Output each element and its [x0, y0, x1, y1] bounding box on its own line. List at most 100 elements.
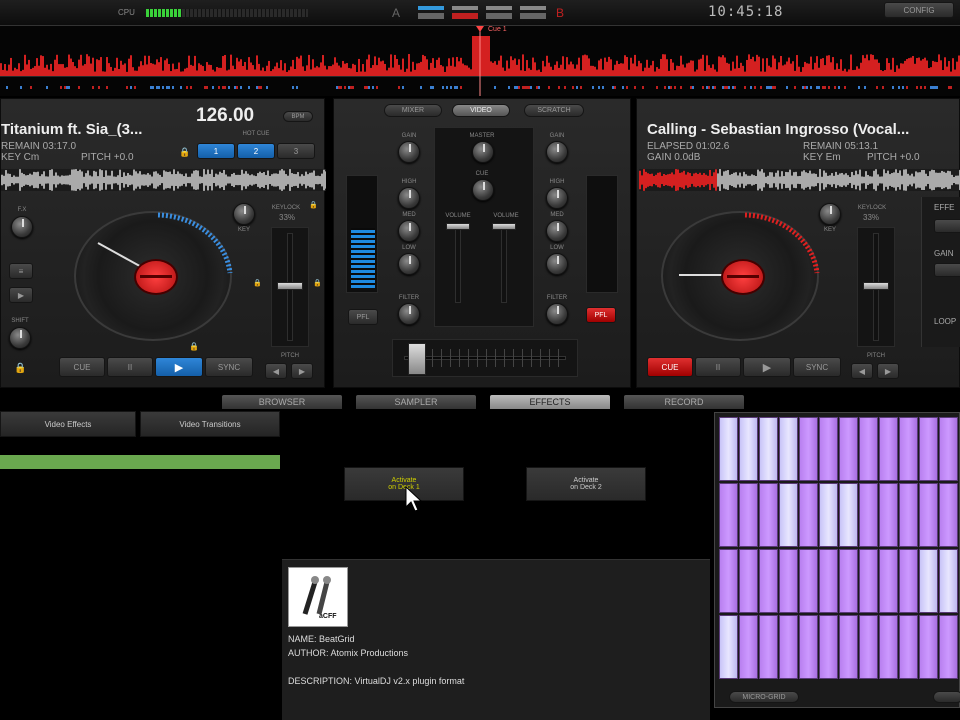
tab-sampler[interactable]: SAMPLER: [356, 395, 476, 409]
mini-waveform-bar: [273, 173, 275, 187]
left-volume-fader[interactable]: [446, 223, 470, 230]
left-high-knob[interactable]: [398, 187, 420, 209]
mini-waveform-bar: [15, 176, 17, 184]
scratch-tab[interactable]: SCRATCH: [524, 104, 584, 117]
right-low-knob[interactable]: [546, 253, 568, 275]
master-knob[interactable]: [472, 141, 494, 163]
left-key-knob[interactable]: [233, 203, 255, 225]
left-cue-button[interactable]: CUE: [59, 357, 105, 377]
tab-effects[interactable]: EFFECTS: [490, 395, 610, 409]
waveform-bar: [448, 58, 450, 76]
mini-waveform-bar: [245, 171, 247, 189]
beat-marker: [516, 86, 518, 89]
mixer-tab[interactable]: MIXER: [384, 104, 442, 117]
cue-mix-knob[interactable]: [472, 179, 494, 201]
right-mid-label: MED: [550, 212, 564, 218]
mini-waveform-bar: [181, 174, 183, 186]
left-jog-mode-button[interactable]: ≡: [9, 263, 33, 279]
right-mid-knob[interactable]: [546, 220, 568, 242]
right-volume-fader[interactable]: [492, 223, 516, 230]
right-filter-knob[interactable]: [546, 303, 568, 325]
waveform-bar: [654, 71, 656, 76]
right-play-button[interactable]: ▶: [743, 357, 791, 377]
config-button[interactable]: CONFIG: [884, 2, 954, 18]
right-cue-button[interactable]: CUE: [647, 357, 693, 377]
left-low-knob[interactable]: [398, 253, 420, 275]
waveform-bar: [702, 54, 704, 76]
grid-extra-button[interactable]: [933, 691, 960, 703]
waveform-bar: [214, 71, 216, 76]
hot-cue-1-button[interactable]: 1: [197, 143, 235, 159]
right-key-knob[interactable]: [819, 203, 841, 225]
waveform-bar: [162, 70, 164, 76]
crossfader-handle[interactable]: [408, 343, 426, 375]
video-transitions-tab[interactable]: Video Transitions: [140, 411, 280, 437]
right-high-knob[interactable]: [546, 187, 568, 209]
left-filter-knob[interactable]: [398, 303, 420, 325]
micro-grid-button[interactable]: MICRO-GRID: [729, 691, 799, 703]
left-shift-knob[interactable]: [9, 327, 31, 349]
right-effect-select[interactable]: [934, 219, 960, 233]
hot-cue-3-button[interactable]: 3: [277, 143, 315, 159]
waveform-bar: [942, 70, 944, 76]
right-sync-button[interactable]: SYNC: [793, 357, 841, 377]
right-pitch-slider-thumb[interactable]: [863, 282, 889, 290]
left-pitch-down-button[interactable]: ◀: [265, 363, 287, 379]
right-pitch-up-button[interactable]: ▶: [877, 363, 899, 379]
beat-marker: [224, 86, 226, 89]
beat-marker: [98, 86, 100, 89]
tab-browser[interactable]: BROWSER: [222, 395, 342, 409]
waveform-bar: [258, 63, 260, 76]
left-pitch-up-button[interactable]: ▶: [291, 363, 313, 379]
right-track-waveform[interactable]: [639, 169, 960, 191]
effects-list-selected-row[interactable]: [0, 455, 280, 469]
video-effects-tab[interactable]: Video Effects: [0, 411, 136, 437]
beat-marker: [572, 86, 574, 89]
left-pause-button[interactable]: II: [107, 357, 153, 377]
beat-marker: [6, 86, 8, 89]
mini-waveform-bar: [213, 176, 215, 184]
left-play-button[interactable]: ▶: [155, 357, 203, 377]
waveform-bar: [826, 55, 828, 76]
left-mid-knob[interactable]: [398, 220, 420, 242]
waveform-bar: [894, 71, 896, 76]
right-pfl-button[interactable]: PFL: [586, 307, 616, 323]
waveform-bar: [288, 70, 290, 76]
right-gain-side-control[interactable]: [934, 263, 960, 277]
waveform-bar: [614, 64, 616, 76]
hot-cue-2-button[interactable]: 2: [237, 143, 275, 159]
beat-marker: [78, 86, 80, 89]
beat-marker: [190, 86, 192, 89]
waveform-bar: [548, 62, 550, 76]
right-pause-button[interactable]: II: [695, 357, 741, 377]
waveform-bar: [916, 58, 918, 76]
mini-waveform-bar: [29, 173, 31, 187]
left-gain-knob[interactable]: [398, 141, 420, 163]
mini-waveform-bar: [153, 171, 155, 189]
right-keylock-value: 33%: [863, 213, 880, 222]
beat-marker: [668, 86, 670, 89]
right-gain-knob[interactable]: [546, 141, 568, 163]
waveform-bar: [752, 56, 754, 76]
beat-marker: [222, 86, 224, 89]
beat-marker: [156, 86, 158, 89]
top-bar: CPU A B 10:45:18 CONFIG: [0, 0, 960, 26]
video-tab[interactable]: VIDEO: [452, 104, 510, 117]
waveform-bar: [772, 55, 774, 76]
left-play-small-button[interactable]: ▶: [9, 287, 33, 303]
tab-record[interactable]: RECORD: [624, 395, 744, 409]
left-sync-button[interactable]: SYNC: [205, 357, 253, 377]
left-pfl-button[interactable]: PFL: [348, 309, 378, 325]
mini-waveform-bar: [117, 175, 119, 185]
left-pitch-slider-thumb[interactable]: [277, 282, 303, 290]
waveform-bar: [594, 66, 596, 76]
beat-marker: [336, 86, 338, 89]
activate-deck2-button[interactable]: Activate on Deck 2: [526, 467, 646, 501]
left-bpm-button[interactable]: BPM: [283, 111, 313, 122]
mini-waveform-bar: [275, 173, 277, 187]
left-fx-knob[interactable]: [11, 216, 33, 238]
left-track-waveform[interactable]: [1, 169, 327, 191]
mini-waveform-bar: [731, 173, 733, 187]
waveform-bar: [844, 68, 846, 76]
right-pitch-down-button[interactable]: ◀: [851, 363, 873, 379]
